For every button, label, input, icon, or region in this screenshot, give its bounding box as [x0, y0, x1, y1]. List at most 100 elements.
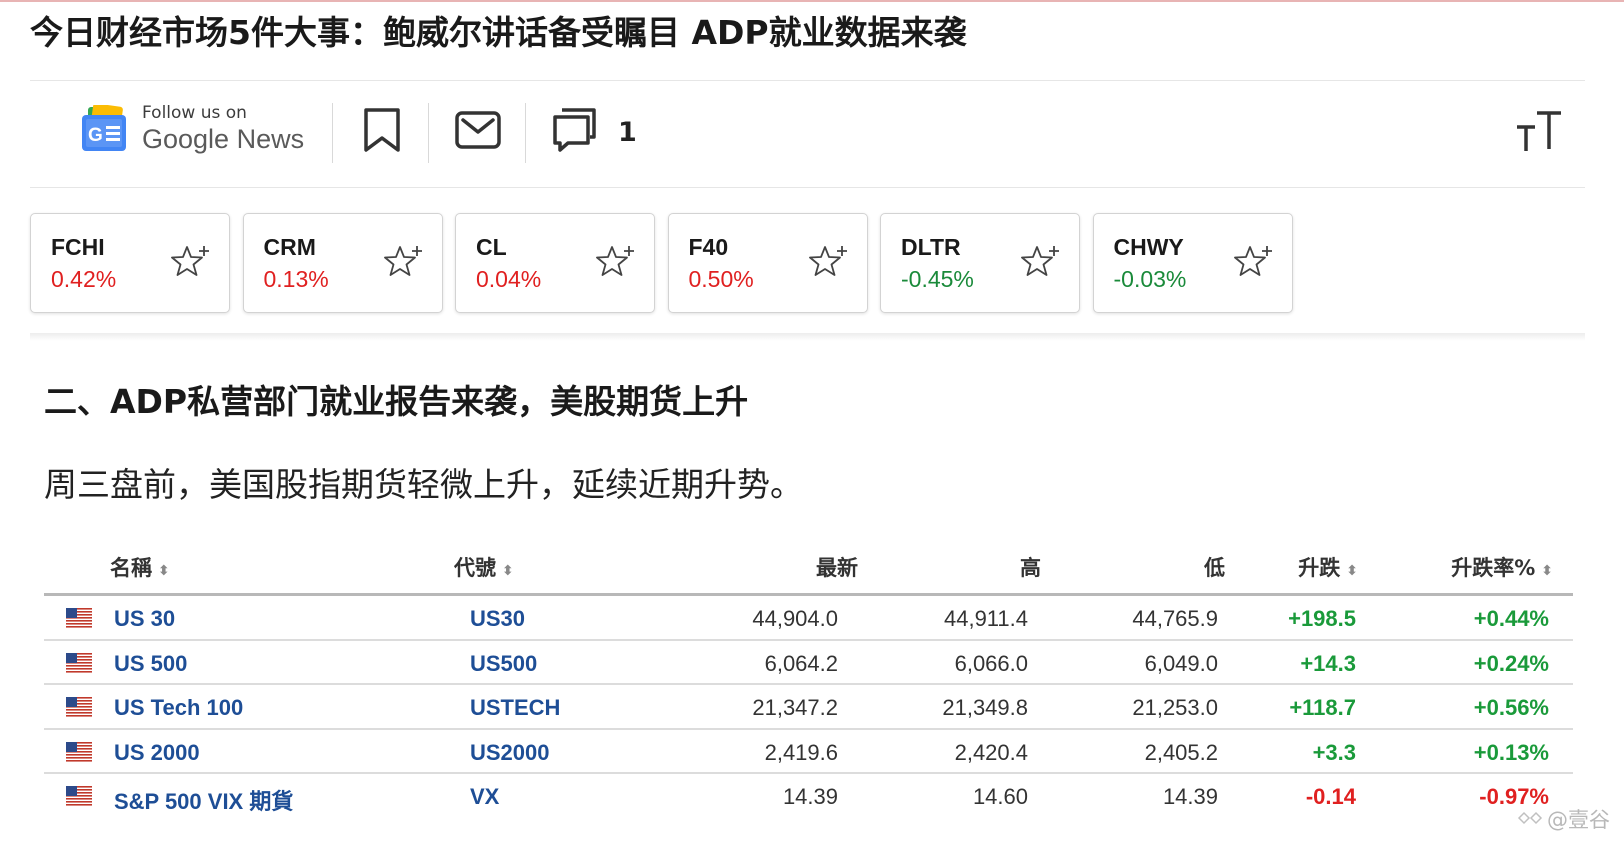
last-price: 44,904.0 [752, 606, 838, 631]
futures-table: 名稱 ⬍ 代號 ⬍ 最新 高 低 升跌 ⬍ 升跌率% ⬍ US 30 US30 44,904… [44, 540, 1573, 819]
instrument-name-link[interactable]: S&P 500 VIX 期貨 [114, 784, 293, 816]
text-size-button[interactable] [1515, 109, 1563, 157]
mail-icon [455, 111, 501, 153]
low-price: 6,049.0 [1144, 650, 1218, 676]
header-name[interactable]: 名稱 ⬍ [110, 552, 170, 582]
ticker-change: 0.13% [263, 266, 329, 292]
instrument-name-link[interactable]: US 2000 [114, 740, 200, 766]
table-row[interactable]: US 500 US500 6,064.2 6,066.0 6,049.0 +14.3 +0.… [44, 641, 1573, 685]
table-row[interactable]: US 2000 US2000 2,419.6 2,420.4 2,405.2 +3.3 +0… [44, 730, 1573, 774]
article-paragraph: 周三盘前，美国股指期货轻微上升，延续近期升势。 [44, 465, 803, 504]
last-price: 14.39 [782, 784, 838, 809]
us-flag-icon [66, 697, 92, 717]
high-price: 44,911.4 [943, 606, 1028, 631]
price-change: +14.3 [1300, 650, 1356, 676]
ticker-card-crm[interactable]: CRM 0.13% [242, 213, 443, 313]
us-flag-icon [66, 786, 92, 806]
ticker-symbol: DLTR [901, 234, 961, 260]
section-heading: 二、ADP私营部门就业报告来袭，美股期货上升 [44, 382, 749, 421]
ticker-change: 0.04% [476, 266, 542, 292]
instrument-code-link[interactable]: US30 [470, 606, 525, 632]
last-price: 21,347.2 [752, 695, 838, 720]
price-change: -0.14 [1305, 784, 1356, 809]
ticker-card-dltr[interactable]: DLTR -0.45% [880, 213, 1080, 313]
comments-button[interactable]: 1 [552, 107, 637, 157]
last-price: 6,064.2 [764, 650, 838, 676]
price-change-pct: +0.13% [1473, 739, 1549, 765]
add-watchlist-star-icon[interactable] [1021, 244, 1061, 284]
instrument-code-link[interactable]: US500 [470, 651, 537, 677]
table-row[interactable]: S&P 500 VIX 期貨 VX 14.39 14.60 14.39 -0.14 -0.9… [44, 774, 1573, 819]
svg-text:G: G [88, 125, 103, 146]
google-news-brand-text: Google News [142, 124, 305, 154]
header-low: 低 [1204, 556, 1225, 580]
share-divider [525, 103, 526, 163]
ticker-change: -0.45% [901, 266, 974, 292]
ticker-card-cl[interactable]: CL 0.04% [455, 213, 655, 313]
header-change-pct[interactable]: 升跌率% ⬍ [1451, 552, 1553, 582]
low-price: 21,253.0 [1132, 695, 1218, 720]
email-share-button[interactable] [455, 107, 501, 157]
bookmark-icon [362, 107, 402, 157]
header-change[interactable]: 升跌 ⬍ [1298, 552, 1358, 582]
price-change: +198.5 [1288, 606, 1356, 631]
share-divider [332, 103, 333, 163]
google-news-follow-button[interactable]: G Follow us on Google News [80, 103, 304, 155]
add-watchlist-star-icon[interactable] [171, 244, 211, 284]
instrument-name-link[interactable]: US Tech 100 [114, 695, 243, 721]
ticker-card-chwy[interactable]: CHWY -0.03% [1092, 213, 1293, 313]
ticker-symbol: F40 [688, 234, 729, 260]
us-flag-icon [66, 608, 92, 628]
instrument-code-link[interactable]: USTECH [470, 695, 560, 721]
ticker-symbol: CHWY [1113, 234, 1184, 260]
low-price: 2,405.2 [1144, 739, 1218, 765]
price-change: +118.7 [1289, 695, 1356, 720]
price-change-pct: +0.56% [1473, 695, 1549, 720]
ticker-card-fchi[interactable]: FCHI 0.42% [30, 213, 230, 313]
instrument-code-link[interactable]: VX [470, 784, 499, 810]
price-change: +3.3 [1312, 739, 1356, 765]
price-change-pct: +0.44% [1473, 606, 1549, 631]
table-row[interactable]: US 30 US30 44,904.0 44,911.4 44,765.9 +198.5 +… [44, 596, 1573, 641]
instrument-name-link[interactable]: US 500 [114, 651, 187, 677]
low-price: 44,765.9 [1132, 606, 1218, 631]
ticker-change: 0.50% [688, 266, 754, 292]
article-headline: 今日财经市场5件大事：鲍威尔讲话备受瞩目 ADP就业数据来袭 [30, 13, 967, 52]
comment-icon [552, 107, 598, 157]
ticker-symbol: FCHI [51, 234, 105, 260]
us-flag-icon [66, 652, 92, 673]
google-news-follow-text: Follow us on [142, 103, 247, 123]
table-row[interactable]: US Tech 100 USTECH 21,347.2 21,349.8 21,253.… [44, 685, 1573, 730]
google-news-icon: G [80, 103, 128, 153]
watermark-logo-icon [1517, 807, 1543, 831]
watermark-text: @壹谷 [1547, 808, 1610, 832]
us-flag-icon [66, 741, 92, 762]
comment-count: 1 [618, 116, 637, 148]
header-last: 最新 [816, 556, 858, 580]
share-bar: G Follow us on Google News 1 [30, 80, 1585, 188]
last-price: 2,419.6 [764, 739, 838, 765]
ticker-strip: FCHI 0.42% CRM 0.13% CL 0.04% F40 0.50% DLTR -0.4… [30, 213, 1585, 341]
add-watchlist-star-icon[interactable] [596, 244, 636, 284]
top-rule [0, 0, 1624, 2]
add-watchlist-star-icon[interactable] [1233, 244, 1274, 284]
header-code[interactable]: 代號 ⬍ [454, 552, 514, 582]
ticker-change: 0.42% [51, 266, 117, 292]
instrument-name-link[interactable]: US 30 [114, 606, 175, 632]
low-price: 14.39 [1162, 784, 1218, 809]
text-size-icon [1515, 111, 1563, 157]
add-watchlist-star-icon[interactable] [808, 244, 849, 284]
table-body: US 30 US30 44,904.0 44,911.4 44,765.9 +198.5 +… [44, 596, 1573, 819]
high-price: 14.60 [972, 784, 1028, 809]
price-change-pct: +0.24% [1473, 650, 1549, 676]
ticker-symbol: CL [476, 234, 507, 260]
high-price: 21,349.8 [942, 695, 1028, 720]
high-price: 2,420.4 [954, 739, 1028, 765]
header-high: 高 [1020, 556, 1041, 580]
add-watchlist-star-icon[interactable] [383, 244, 424, 284]
share-divider [428, 103, 429, 163]
instrument-code-link[interactable]: US2000 [470, 740, 550, 766]
high-price: 6,066.0 [954, 650, 1028, 676]
ticker-card-f40[interactable]: F40 0.50% [667, 213, 868, 313]
bookmark-button[interactable] [362, 107, 402, 157]
